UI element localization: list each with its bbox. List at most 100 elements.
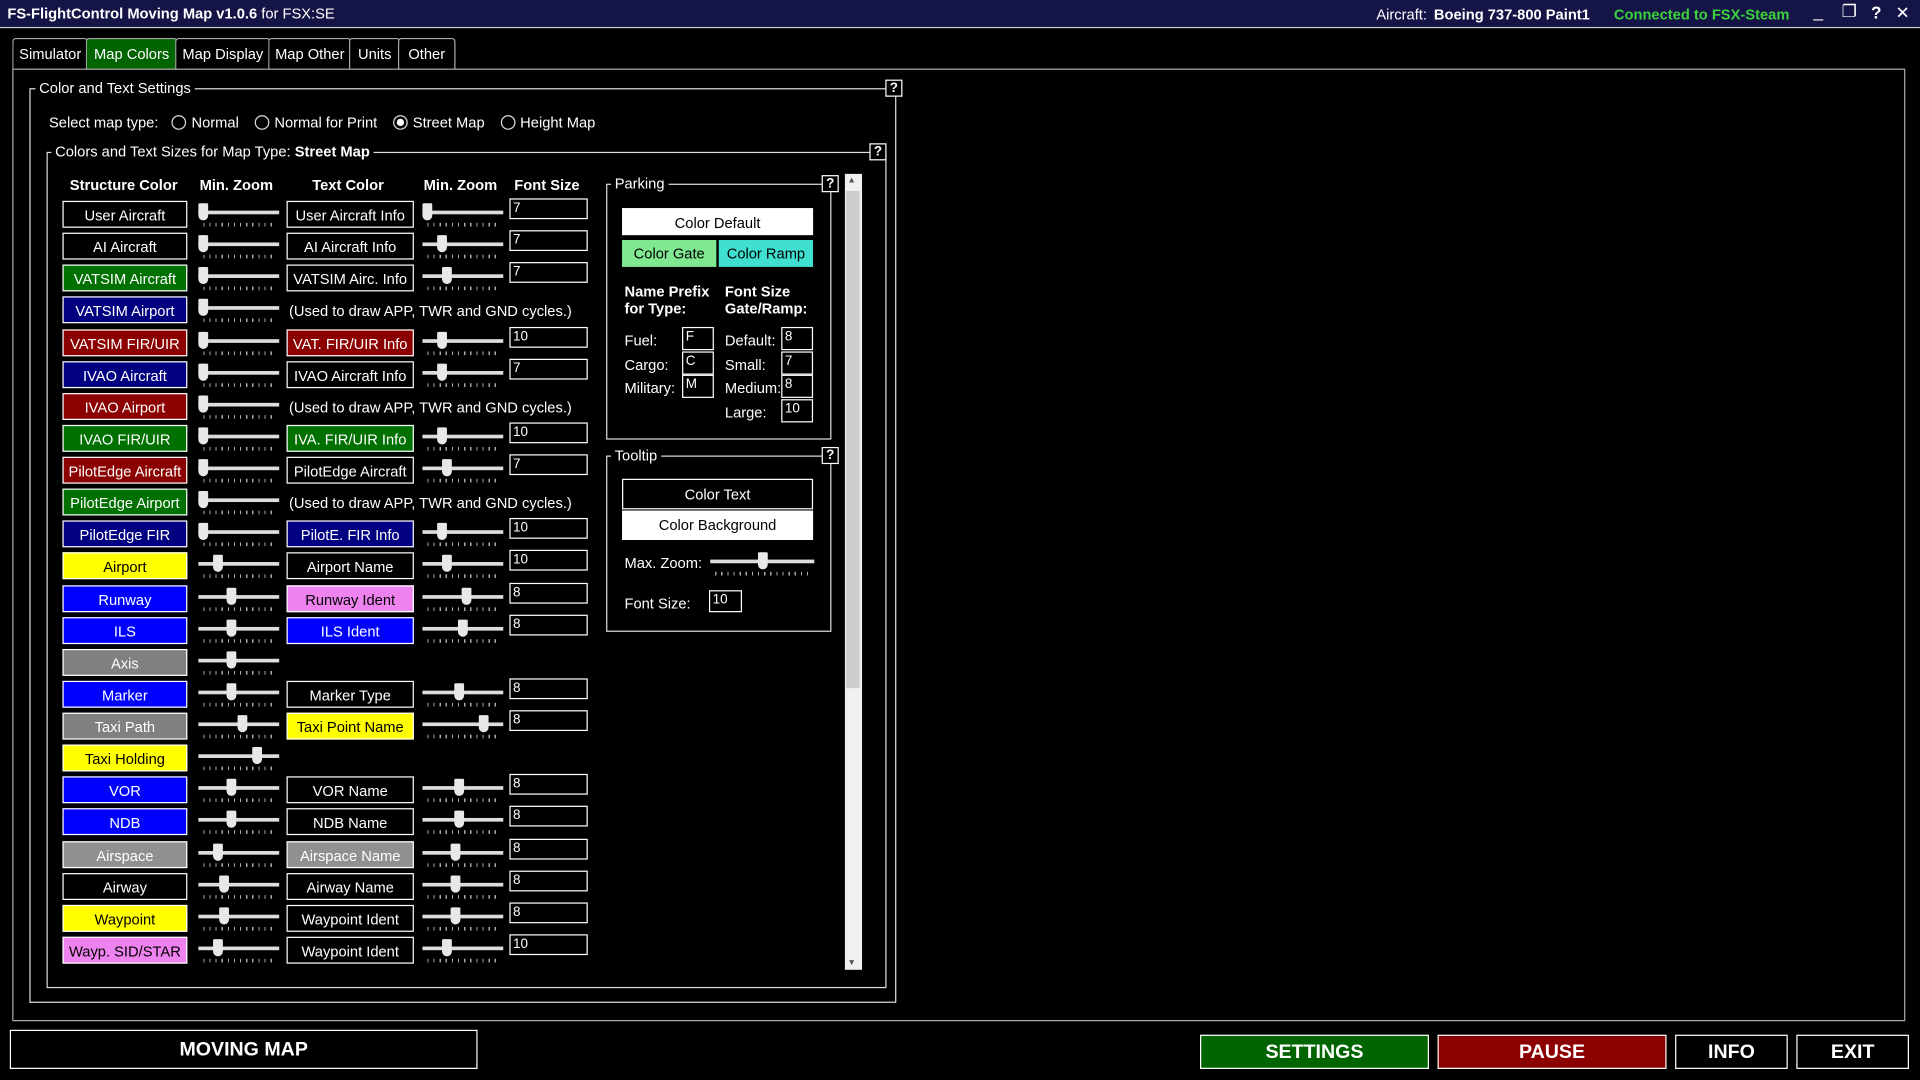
slider-thumb[interactable] bbox=[212, 843, 223, 861]
slider-thumb[interactable] bbox=[198, 299, 209, 317]
help-button[interactable]: ? bbox=[869, 143, 887, 161]
text-color-button[interactable]: User Aircraft Info bbox=[286, 200, 414, 228]
structure-min-zoom-slider[interactable] bbox=[198, 266, 280, 293]
structure-color-button[interactable]: PilotEdge Aircraft bbox=[62, 456, 188, 484]
text-color-button[interactable]: NDB Name bbox=[286, 808, 414, 836]
font-size-input[interactable]: 8 bbox=[509, 902, 588, 924]
text-min-zoom-slider[interactable] bbox=[422, 778, 504, 805]
slider-thumb[interactable] bbox=[441, 267, 452, 285]
pause-button[interactable]: PAUSE bbox=[1437, 1034, 1667, 1069]
restore-icon[interactable]: ❐ bbox=[1842, 1, 1857, 22]
text-min-zoom-slider[interactable] bbox=[422, 682, 504, 709]
font-size-input[interactable]: 8 bbox=[509, 678, 588, 700]
slider-thumb[interactable] bbox=[422, 203, 433, 221]
map-type-radio-height-map[interactable]: Height Map bbox=[500, 114, 595, 131]
text-color-button[interactable]: Marker Type bbox=[286, 680, 414, 708]
tab-other[interactable]: Other bbox=[397, 37, 456, 70]
slider-thumb[interactable] bbox=[441, 939, 452, 957]
text-color-button[interactable]: PilotE. FIR Info bbox=[286, 520, 414, 548]
font-size-input[interactable]: 10 bbox=[509, 326, 588, 348]
slider-thumb[interactable] bbox=[198, 363, 209, 381]
slider-thumb[interactable] bbox=[450, 875, 461, 893]
structure-min-zoom-slider[interactable] bbox=[198, 234, 280, 261]
font-size-input[interactable]: 8 bbox=[509, 582, 588, 604]
structure-color-button[interactable]: AI Aircraft bbox=[62, 232, 188, 260]
small-size-input[interactable]: 7 bbox=[781, 351, 814, 375]
map-type-radio-normal[interactable]: Normal bbox=[171, 114, 239, 131]
font-size-input[interactable]: 7 bbox=[509, 454, 588, 476]
slider-thumb[interactable] bbox=[226, 619, 237, 637]
color-text-button[interactable]: Color Text bbox=[622, 478, 814, 510]
close-icon[interactable]: ✕ bbox=[1896, 2, 1910, 23]
structure-color-button[interactable]: Waypoint bbox=[62, 904, 188, 932]
structure-min-zoom-slider[interactable] bbox=[198, 842, 280, 869]
text-color-button[interactable]: Airport Name bbox=[286, 552, 414, 580]
slider-thumb[interactable] bbox=[198, 491, 209, 509]
moving-map-button[interactable]: MOVING MAP bbox=[9, 1029, 478, 1069]
slider-thumb[interactable] bbox=[479, 715, 490, 733]
settings-button[interactable]: SETTINGS bbox=[1200, 1034, 1429, 1069]
structure-color-button[interactable]: VATSIM Airport bbox=[62, 296, 188, 324]
structure-color-button[interactable]: PilotEdge Airport bbox=[62, 488, 188, 516]
help-button[interactable]: ? bbox=[885, 79, 903, 97]
slider-thumb[interactable] bbox=[219, 875, 230, 893]
map-type-radio-normal-for-print[interactable]: Normal for Print bbox=[254, 114, 377, 131]
text-color-button[interactable]: Runway Ident bbox=[286, 584, 414, 612]
text-min-zoom-slider[interactable] bbox=[422, 234, 504, 261]
slider-thumb[interactable] bbox=[226, 811, 237, 829]
tab-map-display[interactable]: Map Display bbox=[175, 37, 271, 70]
slider-thumb[interactable] bbox=[757, 552, 768, 570]
text-min-zoom-slider[interactable] bbox=[422, 906, 504, 933]
large-size-input[interactable]: 10 bbox=[781, 399, 814, 423]
text-min-zoom-slider[interactable] bbox=[422, 522, 504, 549]
exit-button[interactable]: EXIT bbox=[1796, 1034, 1909, 1069]
text-color-button[interactable]: VATSIM Airc. Info bbox=[286, 264, 414, 292]
font-size-input[interactable]: 7 bbox=[509, 358, 588, 380]
slider-thumb[interactable] bbox=[450, 843, 461, 861]
text-min-zoom-slider[interactable] bbox=[422, 842, 504, 869]
structure-color-button[interactable]: VOR bbox=[62, 776, 188, 804]
structure-color-button[interactable]: Airspace bbox=[62, 840, 188, 868]
help-icon[interactable]: ? bbox=[1871, 2, 1881, 22]
slider-thumb[interactable] bbox=[198, 427, 209, 445]
structure-color-button[interactable]: Taxi Path bbox=[62, 712, 188, 740]
slider-thumb[interactable] bbox=[198, 267, 209, 285]
structure-min-zoom-slider[interactable] bbox=[198, 714, 280, 741]
slider-thumb[interactable] bbox=[226, 683, 237, 701]
structure-min-zoom-slider[interactable] bbox=[198, 810, 280, 837]
slider-thumb[interactable] bbox=[436, 523, 447, 541]
text-color-button[interactable]: ILS Ident bbox=[286, 616, 414, 644]
structure-min-zoom-slider[interactable] bbox=[198, 394, 280, 421]
font-size-input[interactable]: 7 bbox=[509, 230, 588, 252]
font-size-input[interactable]: 7 bbox=[509, 198, 588, 220]
structure-min-zoom-slider[interactable] bbox=[198, 202, 280, 229]
slider-thumb[interactable] bbox=[461, 587, 472, 605]
default-size-input[interactable]: 8 bbox=[781, 326, 814, 351]
text-color-button[interactable]: Airspace Name bbox=[286, 840, 414, 868]
slider-thumb[interactable] bbox=[454, 683, 465, 701]
slider-thumb[interactable] bbox=[441, 459, 452, 477]
slider-thumb[interactable] bbox=[198, 459, 209, 477]
structure-min-zoom-slider[interactable] bbox=[198, 330, 280, 357]
text-color-button[interactable]: AI Aircraft Info bbox=[286, 232, 414, 260]
scroll-down-icon[interactable]: ▼ bbox=[847, 959, 855, 968]
slider-thumb[interactable] bbox=[198, 235, 209, 253]
text-color-button[interactable]: PilotEdge Aircraft bbox=[286, 456, 414, 484]
text-min-zoom-slider[interactable] bbox=[422, 586, 504, 613]
structure-color-button[interactable]: IVAO Aircraft bbox=[62, 360, 188, 388]
structure-min-zoom-slider[interactable] bbox=[198, 874, 280, 901]
structure-color-button[interactable]: Axis bbox=[62, 648, 188, 676]
text-min-zoom-slider[interactable] bbox=[422, 938, 504, 965]
structure-min-zoom-slider[interactable] bbox=[198, 746, 280, 773]
structure-min-zoom-slider[interactable] bbox=[198, 298, 280, 325]
structure-color-button[interactable]: ILS bbox=[62, 616, 188, 644]
slider-thumb[interactable] bbox=[436, 331, 447, 349]
color-background-button[interactable]: Color Background bbox=[622, 510, 814, 541]
structure-color-button[interactable]: IVAO FIR/UIR bbox=[62, 424, 188, 452]
text-min-zoom-slider[interactable] bbox=[422, 714, 504, 741]
structure-color-button[interactable]: IVAO Airport bbox=[62, 392, 188, 420]
font-size-input[interactable]: 8 bbox=[509, 838, 588, 860]
font-size-input[interactable]: 8 bbox=[509, 774, 588, 796]
structure-min-zoom-slider[interactable] bbox=[198, 938, 280, 965]
slider-thumb[interactable] bbox=[457, 619, 468, 637]
